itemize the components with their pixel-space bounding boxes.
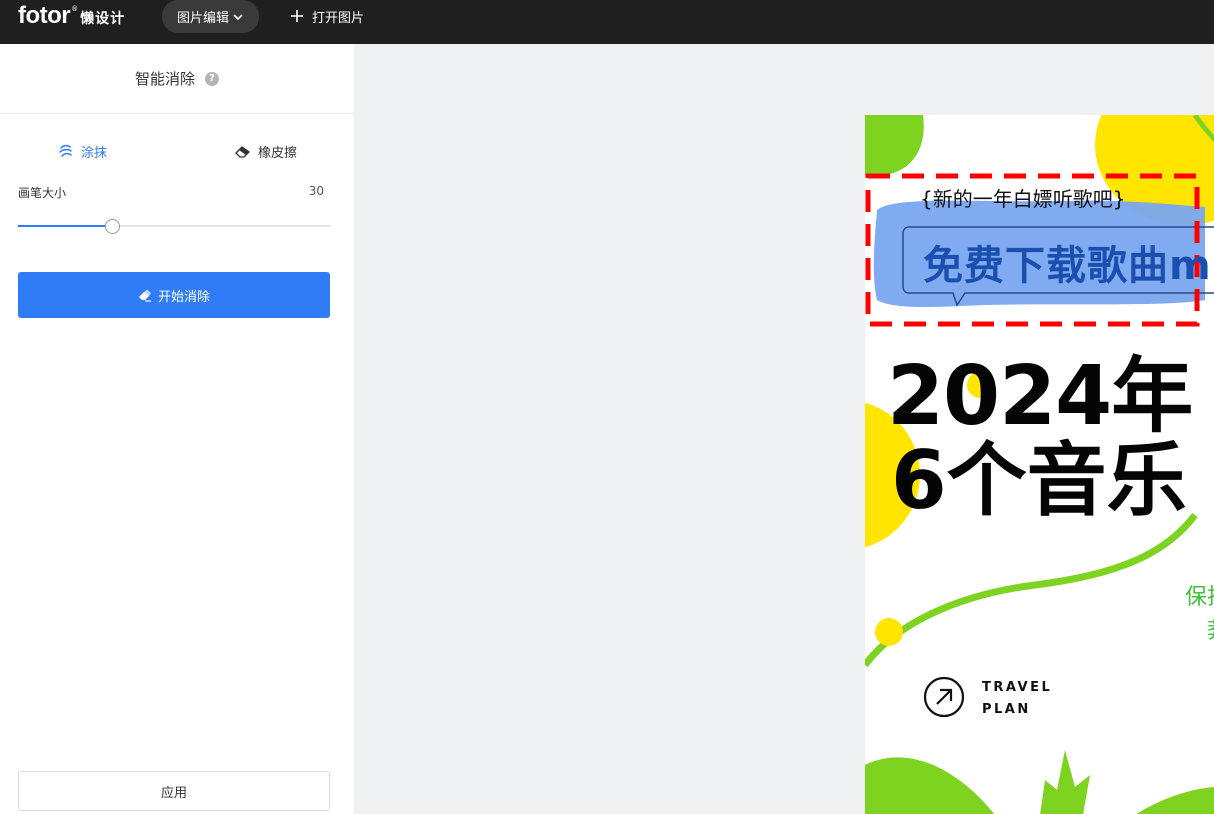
chevron-down-icon <box>233 13 243 20</box>
logo-wordmark: fotor <box>18 2 71 29</box>
tab-smear-label: 涂抹 <box>81 145 108 161</box>
apply-button[interactable]: 应用 <box>18 771 330 811</box>
fotor-logo[interactable]: fotor ® 懒设计 <box>18 2 125 30</box>
poster-headline-line1: 2024年 <box>887 349 1193 444</box>
poster-side-text-2: 莾 <box>1207 613 1214 645</box>
brush-size-value: 30 <box>308 184 324 198</box>
poster-brand-line2: PLAN <box>982 702 1031 717</box>
eraser-icon <box>235 146 251 158</box>
eraser-icon <box>138 289 151 302</box>
poster-promo-text: 免费下载歌曲mp <box>923 243 1214 289</box>
slider-thumb[interactable] <box>105 219 120 234</box>
start-erase-label: 开始消除 <box>157 289 210 305</box>
logo-subtitle: 懒设计 <box>80 11 126 27</box>
canvas-area[interactable]: {新的一年白嫖听歌吧} 免费下载歌曲mp 2024年 6个音乐 保排 莾 TRA… <box>354 44 1214 814</box>
panel-title: 智能消除 <box>134 70 195 88</box>
poster-brand-line1: TRAVEL <box>982 680 1053 695</box>
poster-side-text-1: 保排 <box>1185 585 1214 610</box>
tab-eraser[interactable]: 橡皮擦 <box>234 141 297 161</box>
open-image-label: 打开图片 <box>312 10 365 26</box>
smart-erase-panel: 智能消除 ? 涂抹 橡皮擦 画笔大小 30 开始消除 应用 <box>0 44 354 814</box>
poster-canvas[interactable]: {新的一年白嫖听歌吧} 免费下载歌曲mp 2024年 6个音乐 保排 莾 TRA… <box>865 115 1214 814</box>
logo-registered-mark: ® <box>71 5 79 13</box>
image-edit-menu-label: 图片编辑 <box>176 11 229 26</box>
arrow-up-right-circle-icon <box>923 676 965 718</box>
plus-icon <box>291 10 303 22</box>
help-icon[interactable]: ? <box>205 71 219 86</box>
brush-size-label: 画笔大小 <box>18 186 67 200</box>
poster-headline-line2: 6个音乐 <box>891 434 1187 527</box>
smear-icon <box>59 144 72 157</box>
poster-brand: TRAVEL PLAN <box>982 677 1052 721</box>
image-edit-menu[interactable]: 图片编辑 <box>162 0 259 33</box>
poster-subtitle: {新的一年白嫖听歌吧} <box>920 187 1126 211</box>
slider-fill <box>18 225 112 227</box>
top-bar: fotor ® 懒设计 图片编辑 打开图片 <box>0 0 1214 44</box>
tab-eraser-label: 橡皮擦 <box>258 145 298 161</box>
tab-smear[interactable]: 涂抹 <box>57 141 107 161</box>
open-image-button[interactable]: 打开图片 <box>290 6 364 26</box>
panel-header: 智能消除 ? <box>0 44 354 114</box>
brush-size-slider[interactable] <box>18 216 330 236</box>
start-erase-button[interactable]: 开始消除 <box>18 272 330 318</box>
